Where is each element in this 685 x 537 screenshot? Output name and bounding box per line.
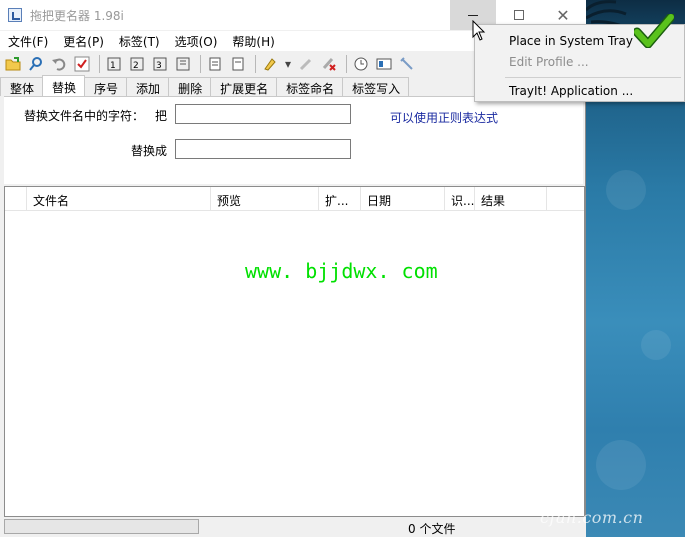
- replace-input[interactable]: [175, 139, 351, 159]
- menu-separator: [505, 77, 681, 78]
- menu-file[interactable]: 文件(F): [0, 31, 55, 51]
- menu-help[interactable]: 帮助(H): [224, 31, 281, 51]
- check-icon[interactable]: [72, 54, 92, 74]
- toolbar-separator: [346, 55, 347, 73]
- open-folder-icon[interactable]: [3, 54, 23, 74]
- tab-delete[interactable]: 删除: [168, 77, 212, 96]
- replace-label: 替换成: [131, 144, 168, 158]
- tab-add[interactable]: 添加: [126, 77, 170, 96]
- progress-bar: [4, 519, 199, 534]
- svg-text:1: 1: [110, 61, 116, 71]
- replace-panel: 替换文件名中的字符： 把 可以使用正则表达式 替换成: [4, 96, 583, 184]
- find-label: 替换文件名中的字符：: [24, 109, 145, 123]
- column-header-blank[interactable]: [5, 187, 27, 211]
- column-header-date[interactable]: 日期: [361, 187, 445, 211]
- overlay-url-text: www. bjjdwx. com: [245, 259, 438, 283]
- tools-icon[interactable]: [397, 54, 417, 74]
- minimize-icon: [468, 14, 478, 16]
- menu-item-trayit-application[interactable]: TrayIt! Application ...: [509, 84, 633, 98]
- menu-item-place-in-system-tray[interactable]: Place in System Tray: [509, 34, 633, 48]
- file-list-header: 文件名 预览 扩... 日期 识... 结果: [5, 187, 584, 211]
- list-icon-2[interactable]: [228, 54, 248, 74]
- dropdown-arrow-icon[interactable]: ▾: [283, 54, 293, 74]
- rename-icon-4[interactable]: [173, 54, 193, 74]
- tab-strip: 整体 替换 序号 添加 删除 扩展更名 标签命名 标签写入: [0, 75, 410, 97]
- window-icon[interactable]: [374, 54, 394, 74]
- column-header-id[interactable]: 识...: [445, 187, 475, 211]
- status-bar: 0 个文件: [0, 517, 586, 537]
- menu-tags[interactable]: 标签(T): [111, 31, 167, 51]
- file-list[interactable]: 文件名 预览 扩... 日期 识... 结果 www. bjjdwx. com: [4, 186, 585, 517]
- rename-icon-3[interactable]: 3: [150, 54, 170, 74]
- tab-tag-writing[interactable]: 标签写入: [342, 77, 410, 96]
- tab-replace[interactable]: 替换: [42, 75, 86, 96]
- toolbar-separator: [200, 55, 201, 73]
- svg-text:3: 3: [156, 61, 162, 71]
- clock-icon[interactable]: [351, 54, 371, 74]
- tab-overall[interactable]: 整体: [0, 77, 44, 96]
- tab-sequence[interactable]: 序号: [84, 77, 128, 96]
- search-icon[interactable]: [26, 54, 46, 74]
- column-header-result[interactable]: 结果: [475, 187, 547, 211]
- column-header-extension[interactable]: 扩...: [319, 187, 361, 211]
- file-count: 0 个文件: [408, 522, 456, 536]
- tab-tag-naming[interactable]: 标签命名: [276, 77, 344, 96]
- app-icon[interactable]: [8, 8, 22, 22]
- rename-icon-2[interactable]: 2: [127, 54, 147, 74]
- mouse-cursor-icon: [472, 20, 486, 41]
- green-checkmark-icon: [634, 14, 674, 48]
- watermark-logo: cfan.com.cn: [540, 508, 644, 527]
- svg-text:2: 2: [133, 61, 139, 71]
- find-input[interactable]: [175, 104, 351, 124]
- list-icon-1[interactable]: [205, 54, 225, 74]
- window-title: 拖把更名器 1.98i: [30, 9, 124, 23]
- maximize-icon: [514, 10, 524, 20]
- toolbar-separator: [255, 55, 256, 73]
- regex-hint-link[interactable]: 可以使用正则表达式: [390, 109, 498, 126]
- find-value-label: 把: [155, 109, 168, 123]
- rename-icon-1[interactable]: 1: [104, 54, 124, 74]
- undo-icon[interactable]: [49, 54, 69, 74]
- menu-options[interactable]: 选项(O): [167, 31, 225, 51]
- tab-extended-rename[interactable]: 扩展更名: [210, 77, 278, 96]
- menu-rename[interactable]: 更名(P): [55, 31, 111, 51]
- column-header-filename[interactable]: 文件名: [27, 187, 211, 211]
- close-icon: ✕: [556, 5, 570, 25]
- menu-item-edit-profile: Edit Profile ...: [509, 55, 589, 69]
- edit-icon[interactable]: [296, 54, 316, 74]
- highlighter-icon[interactable]: [260, 54, 280, 74]
- toolbar-separator: [99, 55, 100, 73]
- delete-icon[interactable]: [319, 54, 339, 74]
- column-header-preview[interactable]: 预览: [211, 187, 319, 211]
